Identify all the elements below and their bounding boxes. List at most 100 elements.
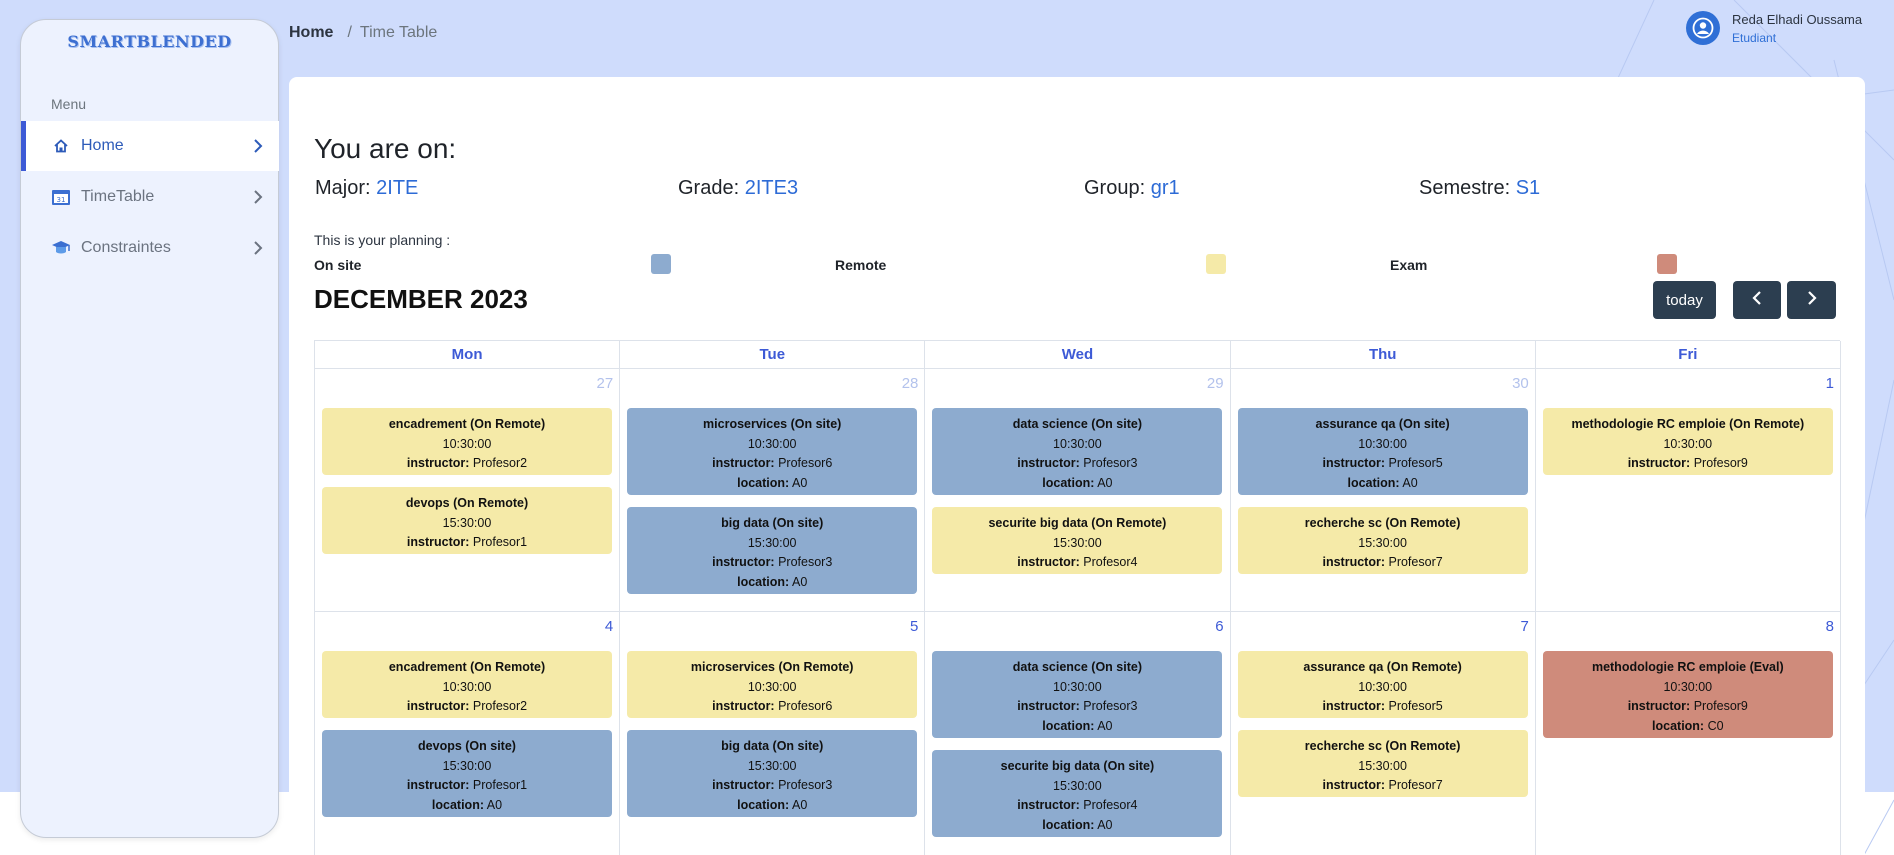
info-label: Semestre:	[1419, 177, 1511, 199]
location-label: location:	[1347, 475, 1400, 490]
calendar-event[interactable]: big data (On site) 15:30:00 instructor: Pr…	[627, 507, 918, 594]
sidebar-item-constraintes[interactable]: Constraintes	[21, 223, 279, 273]
app-logo[interactable]: SMARTBLENDED	[21, 32, 278, 51]
event-title: data science (On site)	[1012, 417, 1142, 431]
day-cell[interactable]: 4 encadrement (On Remote) 10:30:00 instruct…	[315, 612, 621, 855]
calendar-event[interactable]: recherche sc (On Remote) 15:30:00 instruct…	[1237, 507, 1528, 574]
event-instructor: instructor: Profesor3	[932, 697, 1222, 717]
instructor-value: Profesor9	[1693, 699, 1748, 713]
day-cell[interactable]: 28 microservices (On site) 10:30:00 instruc…	[620, 369, 926, 612]
user-avatar-icon[interactable]	[1686, 11, 1720, 45]
location-label: location:	[1042, 817, 1095, 832]
calendar-event[interactable]: microservices (On site) 10:30:00 instructo…	[627, 408, 918, 495]
breadcrumb-home-link[interactable]: Home	[289, 24, 333, 42]
instructor-value: Profesor3	[1083, 699, 1138, 713]
event-time: 10:30:00	[1358, 436, 1407, 451]
calendar-event[interactable]: assurance qa (On Remote) 10:30:00 instruct…	[1237, 651, 1528, 718]
calendar-event[interactable]: encadrement (On Remote) 10:30:00 instructo…	[322, 651, 612, 718]
day-cell[interactable]: 7 assurance qa (On Remote) 10:30:00 instruc…	[1231, 612, 1536, 855]
day-cell[interactable]: 29 data science (On site) 10:30:00 instruct…	[925, 369, 1231, 612]
day-number[interactable]: 7	[1520, 618, 1528, 635]
event-title: recherche sc (On Remote)	[1304, 739, 1461, 753]
user-profile[interactable]: Reda Elhadi Oussama Etudiant	[1686, 11, 1862, 45]
event-time: 10:30:00	[1663, 679, 1713, 694]
next-month-button[interactable]	[1787, 281, 1836, 319]
day-header: Fri	[1535, 341, 1841, 369]
event-location: location: C0	[1543, 717, 1833, 737]
event-instructor: instructor: Profesor1	[322, 776, 612, 796]
calendar-event[interactable]: recherche sc (On Remote) 15:30:00 instruct…	[1237, 730, 1528, 797]
calendar-event[interactable]: assurance qa (On site) 10:30:00 instructor…	[1237, 408, 1528, 495]
instructor-value: Profesor4	[1083, 798, 1138, 812]
day-number[interactable]: 27	[597, 375, 614, 392]
location-value: A0	[1402, 475, 1418, 490]
day-number[interactable]: 30	[1512, 375, 1529, 392]
legend-swatch-onsite	[651, 254, 671, 274]
calendar-event[interactable]: devops (On Remote) 15:30:00 instructor: Pr…	[322, 487, 612, 554]
instructor-label: instructor:	[406, 535, 470, 549]
calendar-month-title: DECEMBER 2023	[314, 284, 528, 314]
calendar-event[interactable]: methodologie RC emploie (On Remote) 10:30…	[1542, 408, 1833, 475]
day-cell[interactable]: 1 methodologie RC emploie (On Remote) 10:3…	[1535, 369, 1841, 612]
day-number[interactable]: 1	[1826, 375, 1834, 392]
info-value: 2ITE	[376, 177, 419, 199]
today-button[interactable]: today	[1653, 281, 1716, 319]
instructor-label: instructor:	[406, 456, 470, 470]
day-number[interactable]: 4	[605, 618, 613, 635]
instructor-value: Profesor3	[778, 555, 833, 569]
calendar-event[interactable]: big data (On site) 15:30:00 instructor: Pr…	[627, 730, 918, 817]
calendar-event[interactable]: securite big data (On site) 15:30:00 instr…	[932, 750, 1223, 837]
event-instructor: instructor: Profesor3	[627, 553, 917, 573]
instructor-value: Profesor6	[778, 456, 833, 470]
instructor-value: Profesor1	[472, 535, 528, 549]
sidebar-item-timetable[interactable]: 31 TimeTable	[21, 172, 279, 222]
event-location: location: A0	[627, 573, 917, 593]
legend-label-exam: Exam	[1390, 257, 1428, 273]
calendar-event[interactable]: methodologie RC emploie (Eval) 10:30:00 in…	[1542, 651, 1833, 738]
day-number[interactable]: 28	[902, 375, 919, 392]
event-title: methodologie RC emploie (Eval)	[1591, 660, 1784, 674]
instructor-value: Profesor2	[472, 456, 528, 470]
event-time: 10:30:00	[747, 436, 797, 451]
calendar-event[interactable]: devops (On site) 15:30:00 instructor: Prof…	[322, 730, 612, 817]
day-cell[interactable]: 5 microservices (On Remote) 10:30:00 instru…	[620, 612, 926, 855]
event-time: 15:30:00	[1358, 758, 1407, 773]
day-header: Thu	[1230, 341, 1536, 369]
day-number[interactable]: 5	[910, 618, 918, 635]
location-label: location:	[1652, 718, 1705, 733]
legend-label-remote: Remote	[835, 257, 887, 273]
event-title: assurance qa (On Remote)	[1303, 660, 1462, 674]
day-number[interactable]: 8	[1826, 618, 1834, 635]
event-location: location: A0	[322, 796, 612, 816]
breadcrumb: Home / Time Table	[289, 24, 437, 42]
prev-month-button[interactable]	[1733, 281, 1781, 319]
event-time: 15:30:00	[747, 535, 797, 550]
location-value: A0	[1097, 718, 1113, 733]
calendar-event[interactable]: data science (On site) 10:30:00 instructor…	[932, 408, 1223, 495]
calendar-event[interactable]: encadrement (On Remote) 10:30:00 instructo…	[322, 408, 612, 475]
svg-text:31: 31	[57, 196, 66, 204]
event-title: encadrement (On Remote)	[388, 417, 546, 431]
event-title: microservices (On site)	[703, 417, 842, 431]
chevron-left-icon	[1752, 291, 1762, 309]
instructor-value: Profesor6	[778, 699, 833, 713]
event-instructor: instructor: Profesor9	[1543, 697, 1833, 717]
info-value: S1	[1515, 177, 1541, 199]
day-cell[interactable]: 8 methodologie RC emploie (Eval) 10:30:00 i…	[1536, 612, 1841, 855]
event-instructor: instructor: Profesor4	[932, 796, 1222, 816]
day-cell[interactable]: 6 data science (On site) 10:30:00 instructo…	[925, 612, 1231, 855]
calendar-event[interactable]: microservices (On Remote) 10:30:00 instruc…	[627, 651, 918, 718]
day-cell[interactable]: 27 encadrement (On Remote) 10:30:00 instruc…	[315, 369, 621, 612]
breadcrumb-current: Time Table	[359, 24, 438, 41]
day-cell[interactable]: 30 assurance qa (On site) 10:30:00 instruct…	[1230, 369, 1536, 612]
instructor-value: Profesor2	[472, 699, 528, 713]
event-time: 15:30:00	[442, 758, 492, 773]
sidebar-item-home[interactable]: Home	[21, 121, 279, 171]
event-time: 10:30:00	[442, 679, 492, 694]
location-label: location:	[737, 797, 790, 812]
calendar-event[interactable]: data science (On site) 10:30:00 instructor…	[932, 651, 1223, 738]
day-number[interactable]: 6	[1215, 618, 1223, 635]
day-number[interactable]: 29	[1207, 375, 1224, 392]
calendar-event[interactable]: securite big data (On Remote) 15:30:00 ins…	[932, 507, 1223, 574]
event-time: 10:30:00	[1053, 679, 1102, 694]
